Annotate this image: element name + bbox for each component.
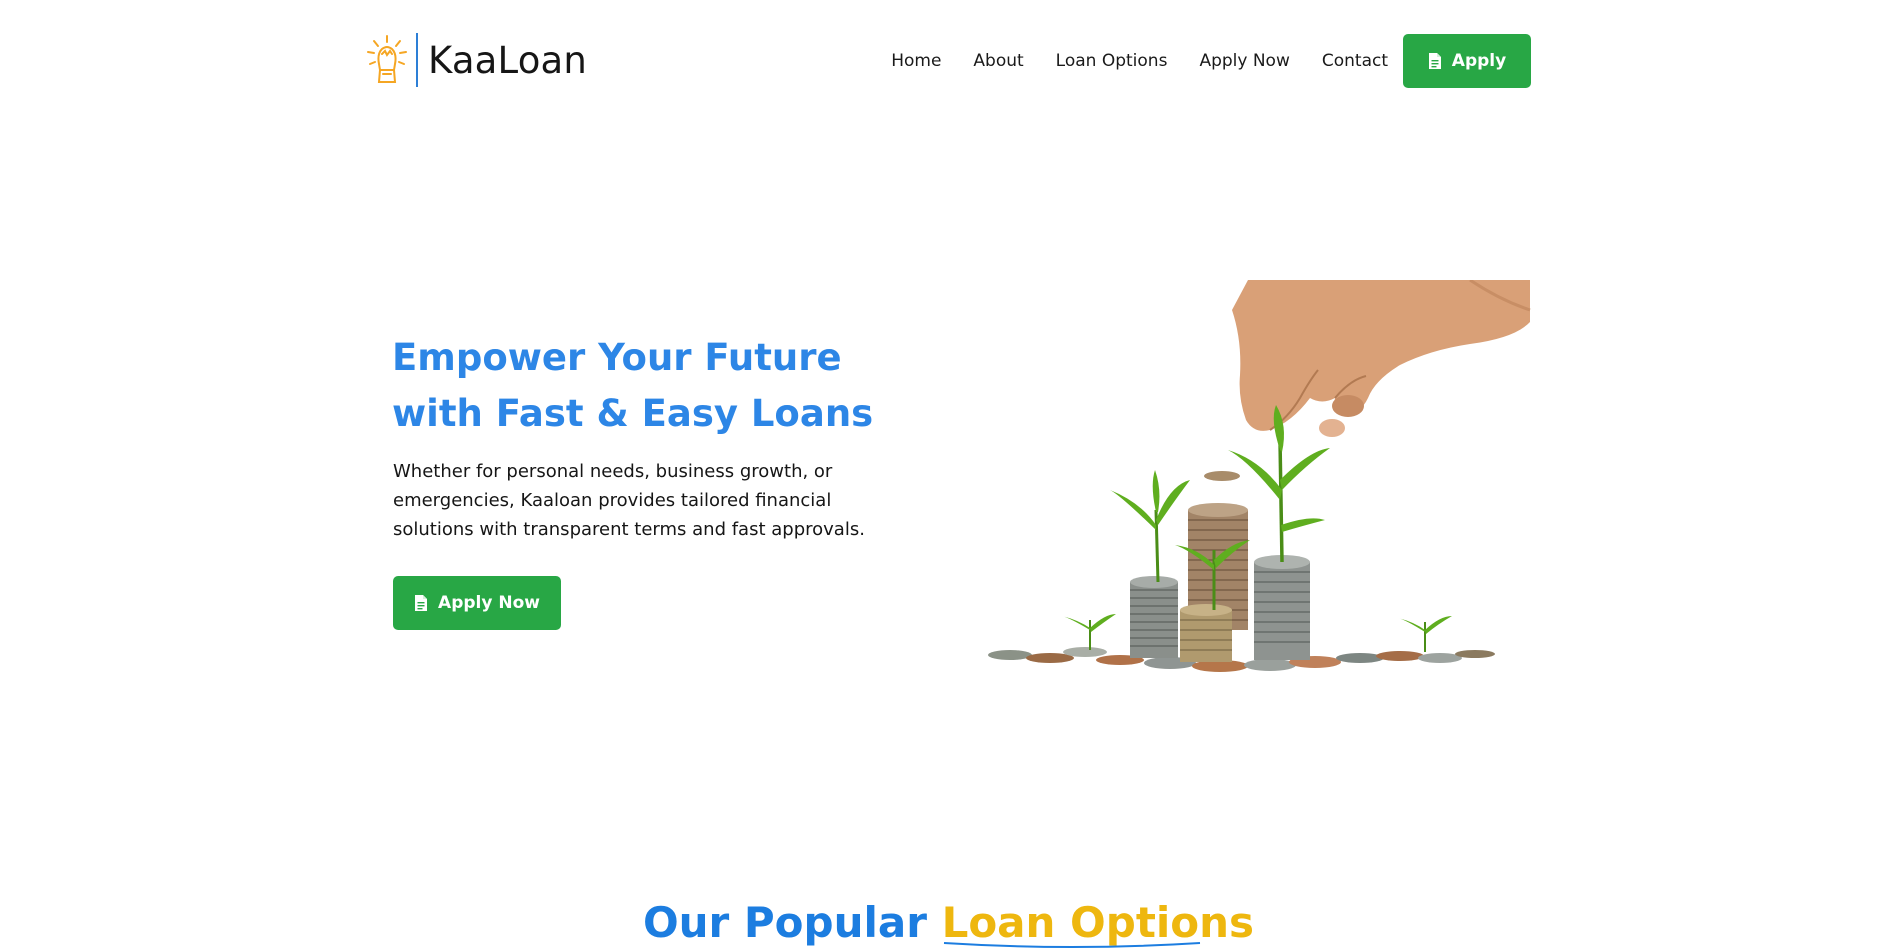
scattered-coins	[988, 647, 1495, 672]
hero-title: Empower Your Future with Fast & Easy Loa…	[392, 330, 873, 442]
header-apply-button[interactable]: Apply	[1403, 34, 1531, 88]
main-nav: Home About Loan Options Apply Now Contac…	[891, 34, 1531, 88]
hero-apply-now-button[interactable]: Apply Now	[393, 576, 561, 630]
brand-logo[interactable]: KaaLoan	[366, 30, 587, 90]
falling-coin	[1204, 471, 1240, 481]
lightbulb-hand-icon	[367, 35, 407, 83]
nav-contact[interactable]: Contact	[1322, 51, 1388, 71]
hero-title-line2: with Fast & Easy Loans	[392, 392, 874, 435]
hero-description: Whether for personal needs, business gro…	[393, 461, 865, 540]
hero-title-line1: Empower Your Future	[392, 336, 842, 379]
site-header: KaaLoan Home About Loan Options Apply No…	[0, 0, 1897, 122]
heading-underline-decoration	[943, 942, 1200, 948]
nav-home[interactable]: Home	[891, 51, 941, 71]
brand-name: KaaLoan	[428, 38, 588, 82]
document-icon	[415, 595, 428, 611]
loan-options-heading-part2-text: Loan Options	[941, 898, 1255, 947]
loan-options-heading-part2: Loan Options	[941, 898, 1255, 948]
hero-coins-plants-image	[988, 280, 1531, 672]
nav-apply-now[interactable]: Apply Now	[1199, 51, 1289, 71]
hero-apply-now-label: Apply Now	[438, 593, 540, 613]
nav-loan-options[interactable]: Loan Options	[1056, 51, 1168, 71]
loan-options-heading-part1: Our Popular	[642, 898, 927, 947]
logo-divider	[416, 33, 418, 87]
nav-about[interactable]: About	[973, 51, 1023, 71]
header-apply-label: Apply	[1451, 51, 1507, 71]
document-icon	[1428, 53, 1441, 69]
